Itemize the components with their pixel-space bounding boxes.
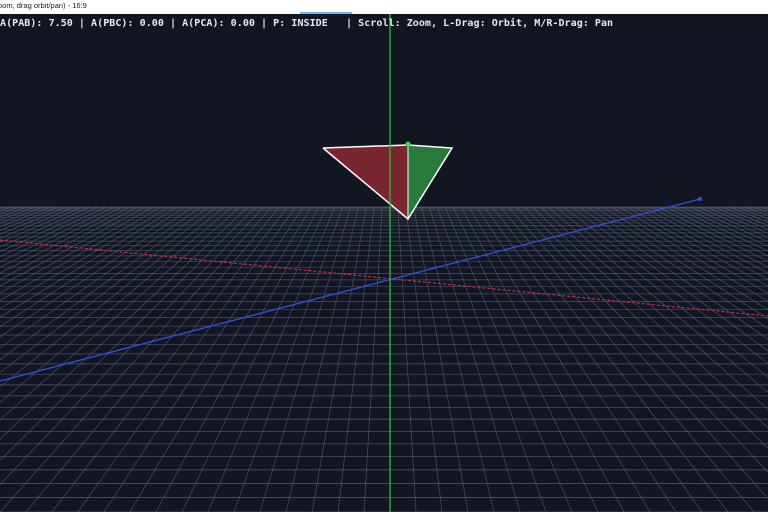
grid-line	[0, 206, 106, 257]
grid-line	[0, 206, 67, 235]
grid-line	[658, 206, 768, 262]
window-title: oom, drag orbit/pan) - 16:9	[0, 1, 87, 10]
grid-line	[405, 206, 443, 512]
grid-line	[397, 206, 417, 512]
grid-line	[674, 206, 768, 252]
grid-line	[207, 206, 336, 512]
grid-line	[311, 206, 367, 512]
grid-line	[603, 206, 768, 311]
grid-line	[492, 206, 729, 512]
grid-line	[0, 206, 233, 403]
grid-line	[363, 206, 383, 512]
grid-line	[0, 206, 209, 361]
grid-line	[0, 206, 75, 239]
grid-line	[484, 206, 703, 512]
grid-line	[705, 206, 768, 234]
grid-line	[666, 206, 768, 257]
grid-line	[531, 206, 768, 429]
grid-line	[539, 206, 768, 410]
grid-line	[155, 206, 320, 512]
grid-line	[0, 206, 201, 349]
scene-canvas[interactable]	[0, 14, 768, 512]
3d-viewport[interactable]: A(PAB): 7.50 | A(PBC): 0.00 | A(PCA): 0.…	[0, 14, 768, 512]
ground-grid	[0, 206, 768, 512]
axis-endpoint-icon	[698, 197, 702, 201]
hud-status-text: A(PAB): 7.50 | A(PBC): 0.00 | A(PCA): 0.…	[0, 18, 614, 29]
grid-line	[77, 206, 296, 512]
grid-line	[0, 206, 91, 248]
grid-line	[0, 206, 257, 461]
grid-line	[337, 206, 375, 512]
grid-line	[413, 206, 469, 512]
grid-line	[0, 206, 12, 212]
grid-line	[500, 206, 755, 512]
grid-line	[745, 206, 768, 216]
grid-line	[421, 206, 495, 512]
window-titlebar[interactable]: oom, drag orbit/pan) - 16:9	[0, 0, 768, 14]
grid-line	[555, 206, 768, 378]
grid-line	[51, 206, 288, 512]
grid-line	[233, 206, 343, 512]
grid-line	[0, 206, 249, 440]
grid-line	[444, 206, 573, 512]
grid-line	[0, 206, 43, 224]
grid-line	[0, 206, 225, 388]
grid-line	[0, 206, 20, 215]
grid-line	[0, 206, 177, 318]
grid-line	[0, 206, 138, 280]
grid-line	[25, 206, 280, 512]
grid-line	[0, 206, 217, 374]
point-p-icon[interactable]	[405, 141, 411, 147]
grid-line	[595, 206, 768, 320]
grid-line	[460, 206, 625, 512]
grid-line	[285, 206, 359, 512]
grid-line	[0, 206, 27, 218]
grid-line	[0, 206, 146, 287]
